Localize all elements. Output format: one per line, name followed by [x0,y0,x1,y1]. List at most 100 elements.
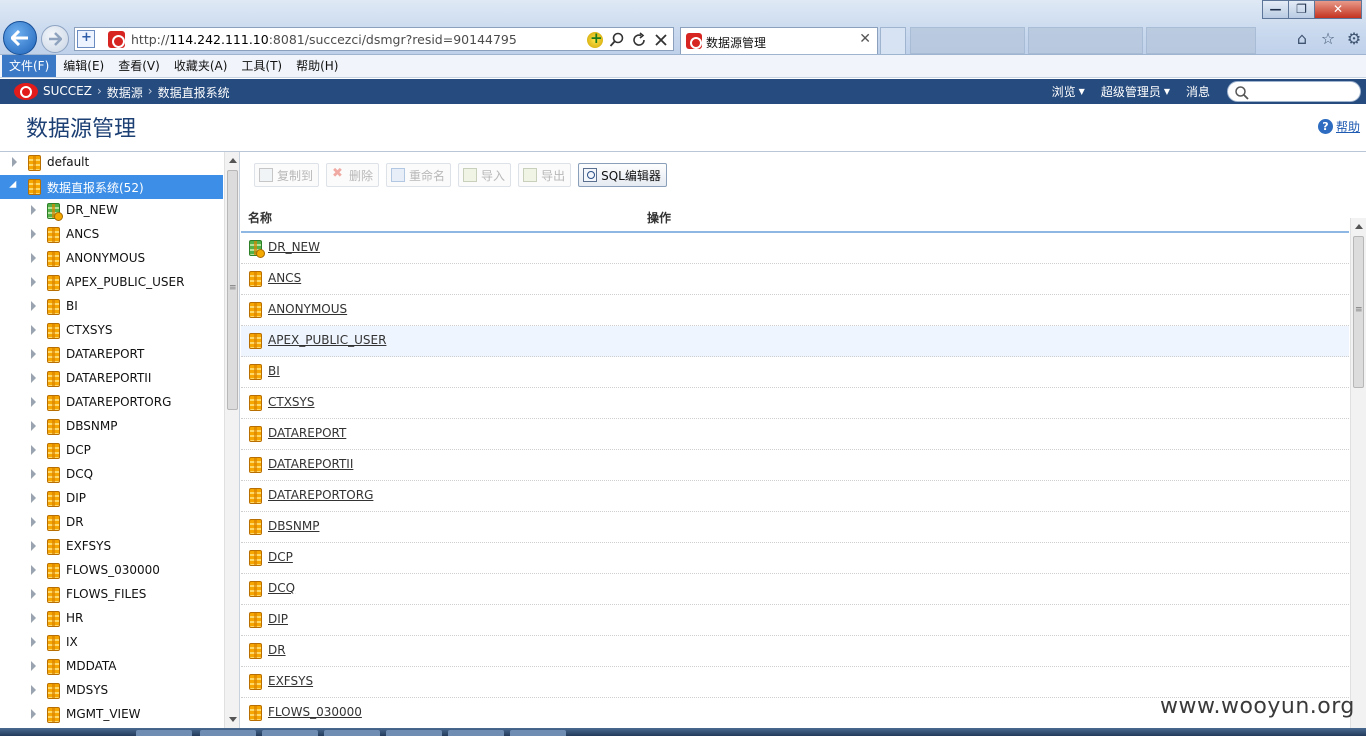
collapsed-toggle-icon[interactable] [31,493,36,503]
collapsed-toggle-icon[interactable] [31,325,36,335]
datasource-name-link[interactable]: FLOWS_030000 [268,705,362,719]
tree-item-schema[interactable]: DIP [0,487,223,511]
home-icon[interactable]: ⌂ [1293,30,1311,48]
table-row[interactable]: DBSNMP [241,512,1349,543]
tree-item-schema[interactable]: DCP [0,439,223,463]
close-window-button[interactable]: ✕ [1314,0,1362,19]
datasource-name-link[interactable]: ANCS [268,271,301,285]
tree-item-schema[interactable]: DBSNMP [0,415,223,439]
expanded-toggle-icon[interactable] [9,180,20,192]
tree-item-schema[interactable]: MGMT_VIEW [0,703,223,727]
datasource-name-link[interactable]: ANONYMOUS [268,302,347,316]
delete-button[interactable]: 删除 [326,163,380,187]
table-row[interactable]: DATAREPORTORG [241,481,1349,512]
menu-file[interactable]: 文件(F) [2,55,57,77]
search-icon[interactable] [609,32,625,48]
messages-link[interactable]: 消息 [1186,83,1210,100]
tree-item-schema[interactable]: MDDATA [0,655,223,679]
collapsed-toggle-icon[interactable] [31,253,36,263]
stop-icon[interactable] [653,32,669,48]
datasource-name-link[interactable]: DR_NEW [268,240,320,254]
taskbar-item[interactable] [324,730,380,736]
collapsed-toggle-icon[interactable] [31,589,36,599]
minimize-button[interactable]: — [1262,0,1289,19]
menu-favorites[interactable]: 收藏夹(A) [167,55,235,77]
menu-tools[interactable]: 工具(T) [234,55,289,77]
gear-icon[interactable]: ⚙ [1345,30,1363,48]
table-row[interactable]: DATAREPORT [241,419,1349,450]
background-tab[interactable] [910,27,1025,54]
column-header-name[interactable]: 名称 [248,209,272,226]
tree-item-schema[interactable]: DATAREPORTORG [0,391,223,415]
tree-scrollbar[interactable] [224,152,239,728]
browse-menu[interactable]: 浏览 ▼ [1052,83,1085,100]
rename-button[interactable]: 重命名 [386,163,452,187]
collapsed-toggle-icon[interactable] [31,637,36,647]
collapsed-toggle-icon[interactable] [31,565,36,575]
collapsed-toggle-icon[interactable] [31,445,36,455]
table-scrollbar[interactable] [1350,218,1366,728]
datasource-name-link[interactable]: EXFSYS [268,674,313,688]
help-link[interactable]: ? 帮助 [1318,118,1360,135]
taskbar-item[interactable] [448,730,504,736]
tree-item-default[interactable]: default [0,152,223,175]
import-button[interactable]: 导入 [458,163,512,187]
datasource-name-link[interactable]: DCQ [268,581,295,595]
breadcrumb-home[interactable]: SUCCEZ [43,84,92,101]
tree-item-schema[interactable]: FLOWS_030000 [0,559,223,583]
taskbar-item[interactable] [262,730,318,736]
tree-item-schema[interactable]: DATAREPORTII [0,367,223,391]
datasource-name-link[interactable]: DIP [268,612,288,626]
datasource-name-link[interactable]: DCP [268,550,293,564]
scroll-up-icon[interactable] [229,158,237,163]
collapsed-toggle-icon[interactable] [31,277,36,287]
collapsed-toggle-icon[interactable] [31,301,36,311]
tree-item-schema[interactable]: DCQ [0,463,223,487]
menu-edit[interactable]: 编辑(E) [56,55,111,77]
table-row[interactable]: ANCS [241,264,1349,295]
collapsed-toggle-icon[interactable] [31,685,36,695]
breadcrumb-datasource[interactable]: 数据源 [107,84,143,101]
table-row[interactable]: DR [241,636,1349,667]
tree-item-schema[interactable]: EXFSYS [0,535,223,559]
forward-button[interactable] [41,25,69,53]
export-button[interactable]: 导出 [518,163,572,187]
new-tab-button[interactable] [880,27,906,54]
datasource-name-link[interactable]: DATAREPORTII [268,457,353,471]
collapsed-toggle-icon[interactable] [31,469,36,479]
table-row[interactable]: DATAREPORTII [241,450,1349,481]
sql-editor-button[interactable]: SQL编辑器 [578,163,667,187]
collapsed-toggle-icon[interactable] [31,349,36,359]
background-tab[interactable] [1028,27,1143,54]
collapsed-toggle-icon[interactable] [12,157,17,167]
tree-item-schema[interactable]: IX [0,631,223,655]
table-row[interactable]: DIP [241,605,1349,636]
tree-item-schema[interactable]: DR_NEW [0,199,223,223]
tree-item-schema[interactable]: FLOWS_FILES [0,583,223,607]
tab-close-icon[interactable]: ✕ [859,31,871,47]
tree-item-group[interactable]: 数据直报系统(52) [0,175,223,199]
collapsed-toggle-icon[interactable] [31,661,36,671]
browser-tab-active[interactable]: 数据源管理 ✕ [680,27,878,54]
collapsed-toggle-icon[interactable] [31,421,36,431]
tree-item-schema[interactable]: HR [0,607,223,631]
tree-item-schema[interactable]: ANCS [0,223,223,247]
succez-logo-icon[interactable] [14,83,38,100]
taskbar-item[interactable] [510,730,566,736]
collapsed-toggle-icon[interactable] [31,709,36,719]
table-row[interactable]: DCQ [241,574,1349,605]
datasource-name-link[interactable]: DATAREPORTORG [268,488,373,502]
tree-item-schema[interactable]: CTXSYS [0,319,223,343]
address-bar[interactable]: + http://114.242.111.10:8081/succezci/ds… [74,27,674,51]
header-search-input[interactable] [1227,81,1361,102]
menu-help[interactable]: 帮助(H) [289,55,345,77]
tree-item-schema[interactable]: MDSYS [0,679,223,703]
refresh-icon[interactable] [631,32,647,48]
maximize-button[interactable]: ❐ [1288,0,1315,19]
compatibility-icon[interactable] [587,29,603,48]
datasource-name-link[interactable]: DR [268,643,286,657]
tree-item-schema[interactable]: DR [0,511,223,535]
table-row[interactable]: DCP [241,543,1349,574]
back-button[interactable] [3,21,37,55]
scroll-down-icon[interactable] [229,717,237,722]
